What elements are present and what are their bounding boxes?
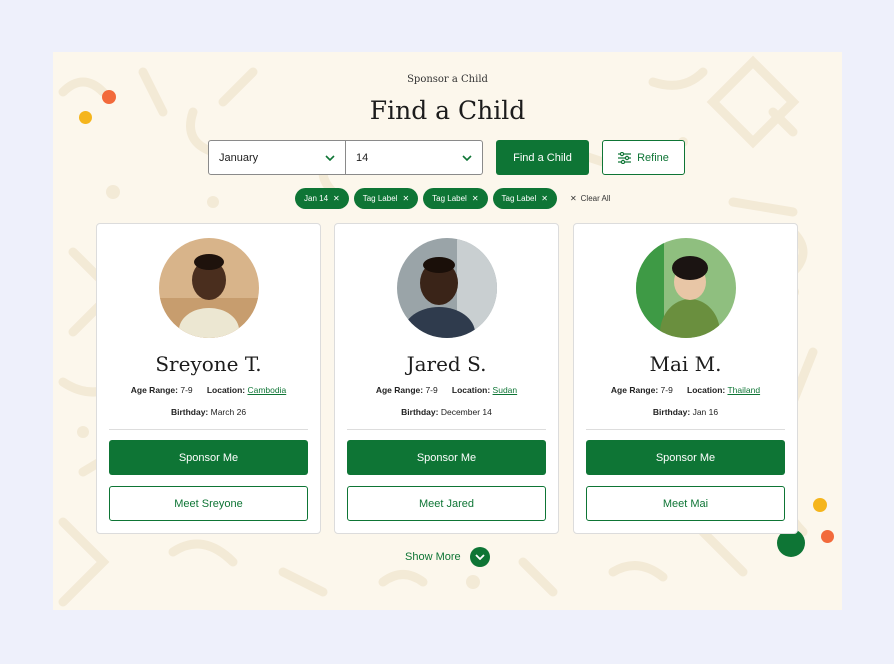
filter-tag-label: Jan 14	[304, 194, 329, 203]
location-label: Location:	[687, 385, 726, 395]
location-label: Location:	[451, 385, 491, 395]
birthday-label: Birthday:	[652, 407, 691, 417]
chevron-down-icon	[469, 547, 490, 567]
filter-tag-label: Tag Label	[501, 194, 537, 203]
sliders-icon	[618, 151, 632, 164]
chevron-down-icon	[325, 154, 335, 161]
refine-button[interactable]: Refine	[602, 140, 685, 175]
page-eyebrow: Sponsor a Child	[407, 74, 488, 85]
card-divider	[586, 429, 785, 430]
page-title: Find a Child	[369, 96, 526, 125]
filter-tag-label: Tag Label	[432, 194, 467, 203]
meet-child-button[interactable]: Meet Sreyone	[109, 486, 308, 521]
sponsor-panel: Sponsor a Child Find a Child January 14 …	[53, 52, 842, 610]
show-more-label: Show More	[405, 551, 461, 563]
age-range-label: Age Range:	[375, 385, 424, 395]
age-range-label: Age Range:	[610, 385, 659, 395]
age-range-value: 7-9	[180, 385, 193, 395]
location-link[interactable]: Cambodia	[247, 385, 286, 395]
decor-dot-yellow-right	[813, 498, 827, 512]
clear-all-button[interactable]: ✕ Clear All	[570, 194, 611, 203]
filter-tag[interactable]: Tag Label ✕	[423, 188, 488, 209]
meet-child-button[interactable]: Meet Mai	[586, 486, 785, 521]
find-a-child-button[interactable]: Find a Child	[496, 140, 589, 175]
sponsor-me-button[interactable]: Sponsor Me	[109, 440, 308, 475]
child-name: Jared S.	[406, 352, 487, 376]
day-select[interactable]: 14	[345, 141, 482, 174]
filter-tag[interactable]: Jan 14 ✕	[295, 188, 349, 209]
card-divider	[109, 429, 308, 430]
filter-tag[interactable]: Tag Label ✕	[353, 188, 419, 209]
month-select-value: January	[219, 151, 259, 164]
sponsor-me-button[interactable]: Sponsor Me	[347, 440, 546, 475]
birthday-value: March 26	[210, 407, 247, 417]
meet-child-button[interactable]: Meet Jared	[347, 486, 546, 521]
day-select-value: 14	[356, 151, 369, 164]
birthday-select-group: January 14	[208, 140, 483, 175]
filter-tag-label: Tag Label	[362, 194, 398, 203]
location-link[interactable]: Sudan	[493, 385, 518, 395]
child-birthday-row: Birthday: December 14	[335, 407, 558, 417]
age-range-label: Age Range:	[130, 385, 178, 395]
clear-all-label: Clear All	[580, 194, 611, 203]
card-divider	[347, 429, 546, 430]
child-birthday-row: Birthday: March 26	[97, 407, 320, 417]
location-link[interactable]: Thailand	[727, 385, 760, 395]
close-icon[interactable]: ✕	[541, 194, 548, 203]
close-icon[interactable]: ✕	[402, 194, 409, 203]
close-icon: ✕	[569, 194, 577, 203]
age-range-value: 7-9	[425, 385, 438, 395]
birthday-value: December 14	[440, 407, 492, 417]
birthday-label: Birthday:	[401, 407, 439, 417]
sponsor-me-button[interactable]: Sponsor Me	[586, 440, 785, 475]
child-card: Mai M. Age Range: 7-9 Location: Thailand…	[573, 223, 798, 534]
birthday-value: Jan 16	[692, 407, 719, 417]
refine-label: Refine	[637, 151, 669, 164]
filter-tag[interactable]: Tag Label ✕	[492, 188, 557, 209]
child-meta-row: Age Range: 7-9 Location: Cambodia	[97, 385, 320, 395]
child-name: Sreyone T.	[155, 352, 262, 376]
age-range-value: 7-9	[660, 385, 673, 395]
child-card: Sreyone T. Age Range: 7-9 Location: Camb…	[96, 223, 321, 534]
child-meta-row: Age Range: 7-9 Location: Sudan	[335, 385, 558, 395]
child-meta-row: Age Range: 7-9 Location: Thailand	[574, 385, 797, 395]
child-card: Jared S. Age Range: 7-9 Location: Sudan …	[334, 223, 559, 534]
birthday-label: Birthday:	[170, 407, 209, 417]
child-photo	[636, 238, 736, 338]
show-more-button[interactable]: Show More	[405, 547, 490, 567]
child-photo	[397, 238, 497, 338]
filter-tags: Jan 14 ✕ Tag Label ✕ Tag Label ✕ Tag Lab…	[295, 188, 610, 209]
month-select[interactable]: January	[209, 141, 345, 174]
close-icon[interactable]: ✕	[472, 194, 479, 203]
close-icon[interactable]: ✕	[333, 194, 340, 203]
child-birthday-row: Birthday: Jan 16	[574, 407, 797, 417]
child-photo	[159, 238, 259, 338]
location-label: Location:	[206, 385, 246, 395]
decor-dot-orange-right	[821, 530, 834, 543]
child-name: Mai M.	[649, 352, 722, 376]
chevron-down-icon	[462, 154, 472, 161]
